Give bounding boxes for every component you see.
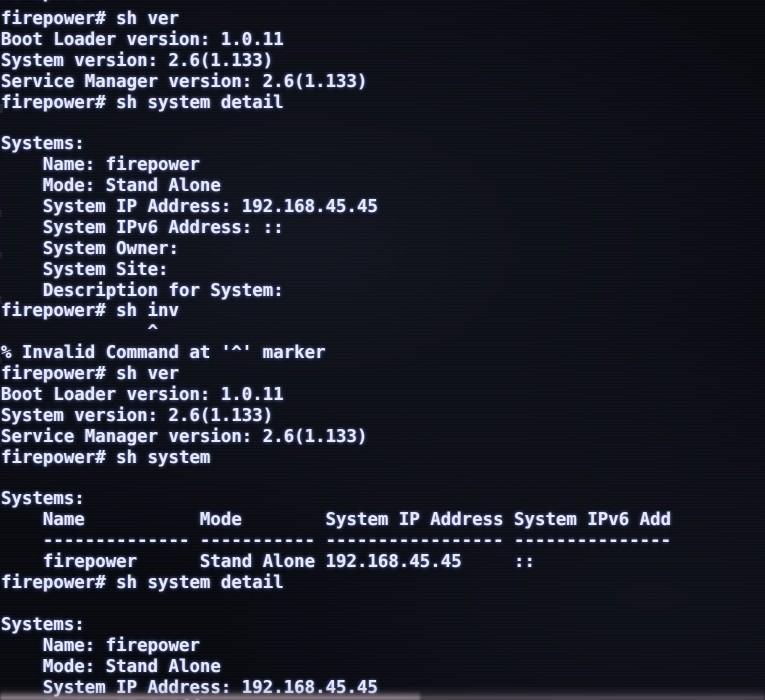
- terminal-line: ^: [1, 322, 159, 343]
- terminal-line: Mode: Stand Alone: [1, 176, 221, 197]
- terminal-line: firepower Stand Alone 192.168.45.45 ::: [1, 552, 535, 573]
- terminal-output[interactable]: firepower#firepower# sh verBoot Loader v…: [0, 0, 765, 700]
- terminal-line: Systems:: [1, 614, 85, 635]
- terminal-line: System version: 2.6(1.133): [1, 50, 274, 71]
- terminal-line: Name: firepower: [1, 635, 200, 656]
- terminal-line: Systems:: [1, 489, 85, 510]
- terminal-line: Description for System:: [1, 280, 284, 301]
- terminal-line: % Invalid Command at '^' marker: [1, 343, 326, 364]
- terminal-line: Mode: Stand Alone: [1, 656, 221, 677]
- terminal-line: -------------- ----------- -------------…: [1, 531, 672, 552]
- terminal-line: Name: firepower: [1, 155, 200, 176]
- terminal-line: Boot Loader version: 1.0.11: [1, 29, 284, 50]
- terminal-line: firepower#: [0, 0, 765, 9]
- terminal-line: Name Mode System IP Address System IPv6 …: [1, 510, 672, 531]
- terminal-line: Systems:: [1, 134, 85, 155]
- terminal-line: System Site:: [1, 259, 169, 280]
- terminal-line: System IP Address: 192.168.45.45: [1, 677, 378, 698]
- terminal-line: firepower# sh inv: [1, 301, 179, 322]
- terminal-line: System Owner:: [1, 238, 179, 259]
- terminal-line: System IP Address: 192.168.45.45: [1, 197, 378, 218]
- terminal-line: Service Manager version: 2.6(1.133): [1, 426, 368, 447]
- terminal-line: firepower# sh system detail: [1, 573, 284, 594]
- terminal-line: System version: 2.6(1.133): [1, 405, 274, 426]
- terminal-line: System IPv6 Address: ::: [1, 217, 284, 238]
- terminal-line: firepower# sh ver: [1, 364, 179, 385]
- terminal-line: firepower# sh system: [1, 447, 211, 468]
- terminal-line: Boot Loader version: 1.0.11: [1, 385, 284, 406]
- terminal-line: Service Manager version: 2.6(1.133): [1, 71, 368, 92]
- terminal-screen: firepower#firepower# sh verBoot Loader v…: [0, 0, 765, 700]
- terminal-line: firepower# sh ver: [1, 9, 179, 29]
- terminal-line: firepower# sh system detail: [1, 92, 284, 113]
